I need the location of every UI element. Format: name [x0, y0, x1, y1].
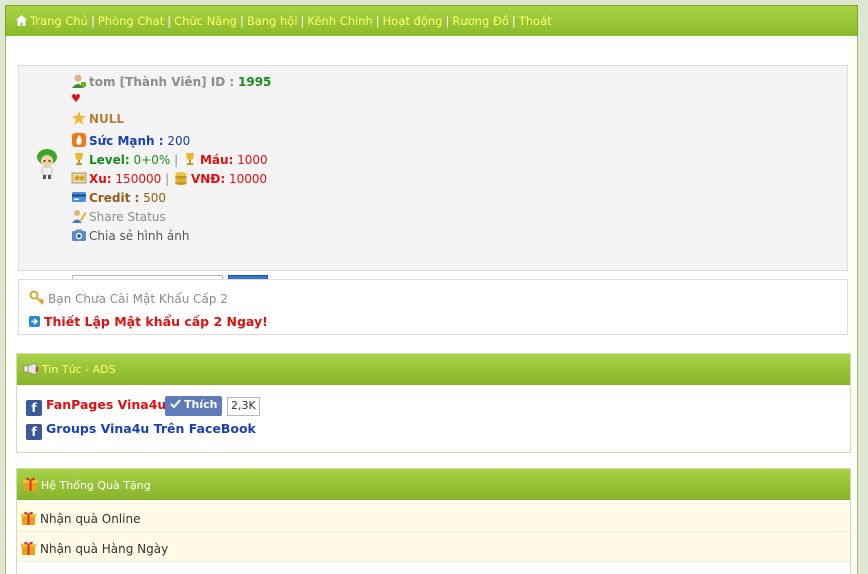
password-notice-row: Bạn Chưa Cài Mật Khẩu Cấp 2	[29, 290, 228, 306]
gifts-panel-title: Hệ Thống Quà Tặng	[41, 479, 151, 492]
xu-label: Xu:	[89, 172, 112, 186]
profile-title-row: NULL	[71, 110, 124, 126]
nav-item-activities[interactable]: Hoạt động	[383, 14, 443, 28]
megaphone-icon	[23, 362, 38, 376]
groups-row[interactable]: f Groups Vina4u Trên FaceBook	[26, 421, 256, 440]
gift-icon	[21, 511, 36, 525]
nav-item-main-channel[interactable]: Kênh Chính	[307, 14, 372, 28]
facebook-icon: f	[26, 400, 42, 416]
hp-label: Máu:	[199, 153, 234, 167]
fanpage-link[interactable]: FanPages Vina4u	[46, 397, 166, 412]
nav-separator: |	[511, 14, 516, 28]
vnd-label: VNĐ:	[190, 172, 226, 186]
vnd-value: 10000	[228, 172, 268, 186]
check-icon	[170, 399, 181, 409]
star-icon	[72, 111, 86, 125]
camera-icon	[72, 229, 86, 241]
page-content: tom [Thành Viên] ID : 1995 ♥ NULL Sức Mạ…	[5, 36, 858, 574]
nav-separator: |	[239, 14, 244, 28]
gift-icon	[23, 477, 38, 491]
gifts-panel: Hệ Thống Quà Tặng Nhận quà Online Nhận q…	[16, 468, 851, 574]
currency-row: Xu: 150000 | VNĐ: 10000	[71, 170, 267, 186]
strength-row: Sức Mạnh : 200	[71, 132, 190, 148]
hp-value: 1000	[237, 153, 268, 167]
xu-value: 150000	[115, 172, 162, 186]
gift-online-link[interactable]: Nhận quà Online	[40, 512, 140, 526]
share-image-row[interactable]: Chia sẻ hình ảnh	[71, 227, 189, 243]
credit-label: Credit :	[89, 191, 140, 205]
nav-item-guild[interactable]: Bang hội	[247, 14, 298, 28]
profile-name: tom [Thành Viên] ID :	[89, 75, 235, 89]
like-label: Thích	[184, 398, 218, 411]
trophy-icon	[75, 153, 83, 165]
user-icon	[72, 74, 86, 88]
nav-separator: |	[445, 14, 450, 28]
profile-name-row: tom [Thành Viên] ID : 1995	[71, 73, 271, 89]
gifts-panel-header: Hệ Thống Quà Tặng	[17, 469, 850, 500]
gift-icon	[21, 541, 36, 555]
like-count: 2,3K	[227, 397, 260, 416]
nav-separator: |	[375, 14, 380, 28]
like-button[interactable]: Thích	[165, 396, 222, 416]
profile-panel: tom [Thành Viên] ID : 1995 ♥ NULL Sức Mạ…	[18, 65, 848, 293]
top-navigation: Trang Chủ | Phòng Chat | Chức Năng | Bang hội |…	[5, 5, 858, 36]
password-setup-row[interactable]: Thiết Lập Mật khẩu cấp 2 Ngay!	[29, 314, 268, 329]
credit-row: Credit : 500	[71, 189, 166, 205]
news-panel-title: Tin Tức - ADS	[42, 363, 116, 376]
profile-id: 1995	[238, 75, 272, 89]
gift-daily-row[interactable]: Nhận quà Hàng Ngày	[17, 532, 850, 562]
groups-link[interactable]: Groups Vina4u Trên FaceBook	[46, 421, 256, 436]
nav-separator: |	[300, 14, 305, 28]
arrow-right-icon	[29, 316, 40, 327]
share-image-link[interactable]: Chia sẻ hình ảnh	[89, 229, 189, 243]
credit-value: 500	[143, 191, 167, 205]
share-status-link[interactable]: Share Status	[89, 210, 166, 224]
facebook-icon: f	[26, 424, 42, 440]
avatar[interactable]	[36, 148, 58, 180]
nav-item-chat-room[interactable]: Phòng Chat	[98, 14, 164, 28]
key-icon	[29, 290, 45, 305]
share-status-row[interactable]: Share Status	[71, 208, 166, 224]
level-row: Level: 0+0% | Máu: 1000	[71, 151, 268, 167]
gift-online-row[interactable]: Nhận quà Online	[17, 502, 850, 532]
home-icon	[16, 15, 27, 26]
password-notice: Bạn Chưa Cài Mật Khẩu Cấp 2	[48, 292, 228, 306]
profile-title: NULL	[89, 112, 125, 126]
password-setup-link[interactable]: Thiết Lập Mật khẩu cấp 2 Ngay!	[44, 314, 268, 329]
nav-item-functions[interactable]: Chức Năng	[174, 14, 237, 28]
news-panel-header: Tin Tức - ADS	[17, 354, 850, 385]
password-level2-panel: Bạn Chưa Cài Mật Khẩu Cấp 2 Thiết Lập Mậ…	[18, 279, 848, 335]
news-panel: Tin Tức - ADS f FanPages Vina4u Thích 2,3…	[16, 353, 851, 453]
nav-separator: |	[167, 14, 172, 28]
nav-item-chest[interactable]: Rương Đồ	[452, 14, 509, 28]
fire-icon	[72, 133, 86, 147]
heart-icon: ♥	[71, 92, 81, 105]
nav-item-home[interactable]: Trang Chủ	[30, 14, 88, 28]
nav-separator: |	[90, 14, 95, 28]
level-label: Level:	[89, 153, 130, 167]
coins-stack-icon	[174, 172, 187, 185]
pencil-icon	[72, 210, 87, 223]
level-value: 0+0%	[133, 153, 171, 167]
strength-value: 200	[167, 134, 191, 148]
coin-box-icon	[71, 172, 87, 184]
credit-card-icon	[72, 192, 86, 202]
trophy-icon	[185, 153, 194, 165]
fanpage-row[interactable]: f FanPages Vina4u	[26, 397, 166, 416]
strength-label: Sức Mạnh :	[89, 134, 164, 148]
nav-item-logout[interactable]: Thoát	[519, 14, 552, 28]
gift-daily-link[interactable]: Nhận quà Hàng Ngày	[40, 542, 168, 556]
